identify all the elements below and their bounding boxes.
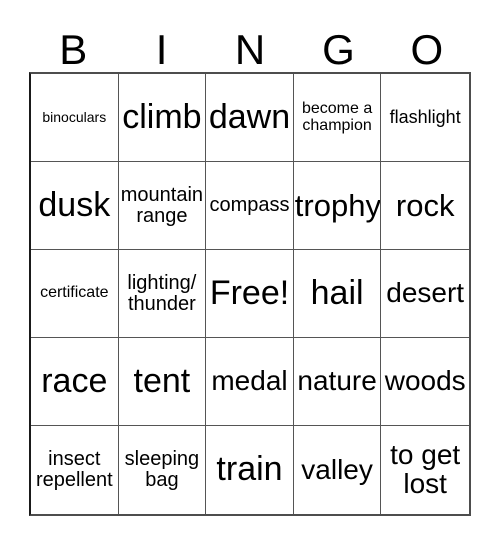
bingo-grid: binoculars climb dawn become a champion flas… [29, 72, 471, 516]
bingo-cell-label: rock [395, 187, 455, 223]
bingo-cell-label: sleeping bag [124, 448, 200, 491]
bingo-cell-label: binoculars [42, 109, 107, 126]
bingo-cell-label: trophy [294, 187, 381, 223]
bingo-cell-free[interactable]: Free! [206, 250, 294, 338]
bingo-header-letter-g: G [322, 26, 355, 73]
bingo-card: B I N G O binoculars climb dawn become a champi… [0, 0, 500, 544]
bingo-header-row: BINGO [29, 16, 471, 72]
bingo-cell-label: train [216, 450, 283, 489]
bingo-cell[interactable]: binoculars [31, 74, 119, 162]
bingo-cell-label: race [41, 361, 108, 400]
bingo-cell[interactable]: medal [206, 338, 294, 426]
bingo-header-letter-o: O [410, 26, 444, 73]
bingo-cell[interactable]: trophy [293, 162, 382, 250]
bingo-cell[interactable]: mountain range [118, 162, 207, 250]
bingo-cell-label: mountain range [120, 183, 204, 227]
bingo-cell-label: woods [384, 365, 466, 397]
bingo-cell-label: insect repellent [35, 448, 113, 491]
bingo-cell[interactable]: become a champion [293, 74, 382, 162]
bingo-cell-label: tent [133, 361, 191, 400]
bingo-cell-label: dusk [38, 185, 111, 224]
bingo-cell[interactable]: desert [381, 250, 469, 338]
bingo-cell[interactable]: to get lost [381, 426, 469, 514]
bingo-header-letter-i: I [155, 26, 168, 73]
bingo-cell-label: lighting/ thunder [127, 271, 197, 315]
bingo-cell-label: dawn [208, 97, 291, 136]
bingo-cell[interactable]: certificate [31, 250, 119, 338]
bingo-cell[interactable]: dawn [206, 74, 294, 162]
bingo-cell-label: become a champion [301, 100, 373, 134]
bingo-cell[interactable]: dusk [31, 162, 119, 250]
bingo-cell-label: certificate [40, 284, 109, 302]
bingo-cell[interactable]: tent [118, 338, 207, 426]
bingo-cell[interactable]: lighting/ thunder [118, 250, 207, 338]
bingo-cell[interactable]: climb [118, 74, 207, 162]
bingo-cell[interactable]: insect repellent [31, 426, 119, 514]
bingo-cell[interactable]: sleeping bag [118, 426, 207, 514]
bingo-cell[interactable]: flashlight [381, 74, 469, 162]
bingo-cell[interactable]: race [31, 338, 119, 426]
bingo-cell-label: desert [386, 277, 465, 309]
bingo-cell-label: compass [209, 194, 290, 217]
bingo-cell[interactable]: rock [381, 162, 469, 250]
bingo-cell[interactable]: hail [293, 250, 382, 338]
bingo-cell[interactable]: train [206, 426, 294, 514]
bingo-header-letter-n: N [234, 26, 266, 73]
bingo-cell[interactable]: valley [293, 426, 382, 514]
bingo-cell-label: flashlight [389, 107, 461, 128]
bingo-cell-label: to get lost [390, 439, 461, 499]
bingo-cell-label: climb [122, 97, 202, 136]
bingo-cell[interactable]: woods [381, 338, 469, 426]
bingo-cell-label: medal [211, 365, 288, 397]
bingo-cell-label: Free! [209, 273, 290, 312]
bingo-cell-label: valley [301, 453, 373, 485]
bingo-cell-label: nature [297, 365, 377, 397]
bingo-cell-label: hail [310, 273, 364, 312]
bingo-header-letter-b: B [59, 26, 88, 73]
bingo-cell[interactable]: compass [206, 162, 294, 250]
bingo-cell[interactable]: nature [293, 338, 382, 426]
